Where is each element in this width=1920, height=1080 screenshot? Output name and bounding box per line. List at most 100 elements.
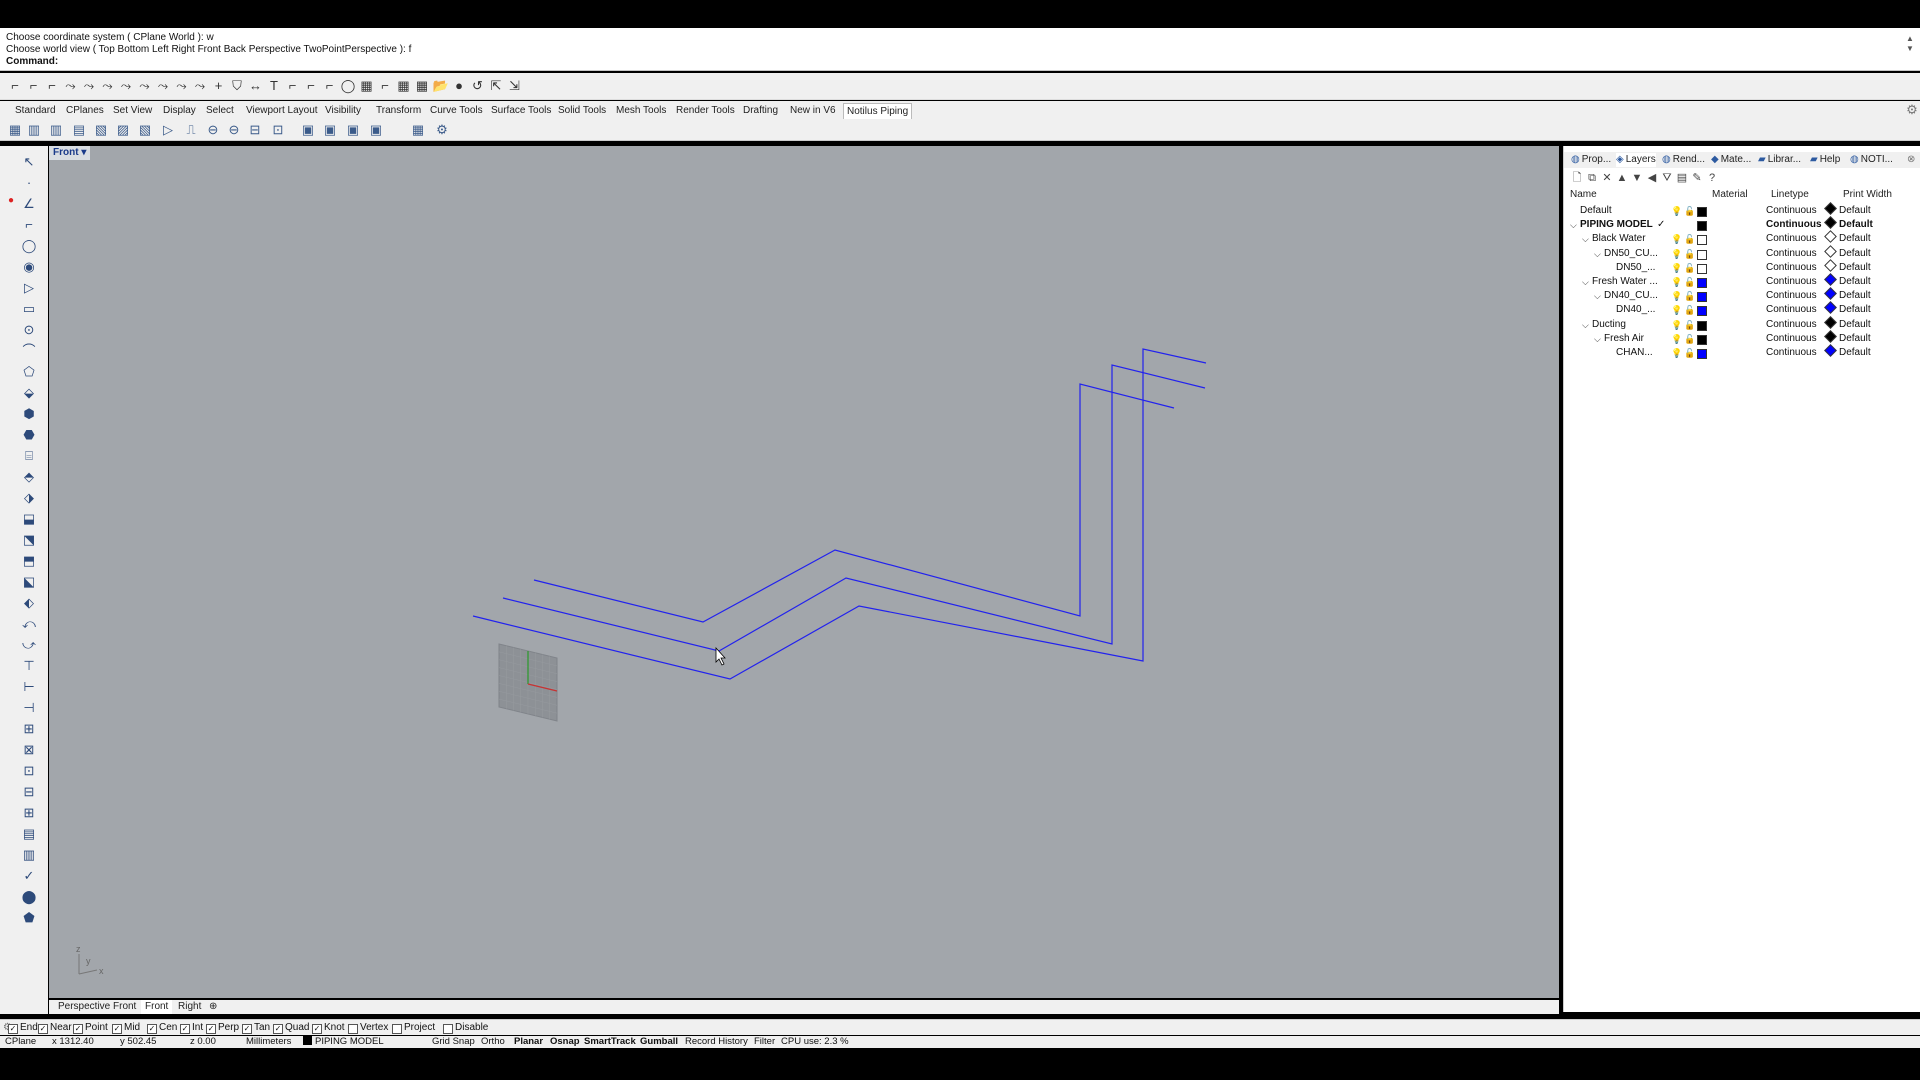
viewport-canvas[interactable]: zyx: [49, 146, 1559, 998]
left-tool-icon[interactable]: ⊙: [20, 321, 38, 339]
pipe-curves[interactable]: [472, 348, 1207, 680]
col-linetype[interactable]: Linetype: [1771, 188, 1809, 202]
layer-print-width[interactable]: Default: [1824, 230, 1871, 246]
layer-print-width[interactable]: Default: [1824, 216, 1873, 232]
expand-chevron-icon[interactable]: ⌵: [1594, 289, 1601, 303]
status-cplane[interactable]: CPlane: [5, 1036, 36, 1048]
filter-icon[interactable]: ⛛: [1660, 170, 1674, 186]
move-up-icon[interactable]: ▲: [1615, 170, 1629, 186]
toolbar-tool-icon[interactable]: ⤳: [155, 78, 171, 94]
layer-print-width[interactable]: Default: [1824, 258, 1871, 275]
layer-linetype[interactable]: Continuous: [1766, 247, 1817, 261]
toolbar-tool-icon[interactable]: +: [211, 78, 227, 94]
tab-standard[interactable]: Standard: [12, 103, 59, 118]
panel-close-icon[interactable]: ⊗: [1907, 153, 1915, 167]
layer-row[interactable]: Default 💡 🔓 Continuous Default: [1564, 202, 1920, 218]
left-tool-icon[interactable]: ⊟: [20, 783, 38, 801]
left-tool-icon[interactable]: ⊠: [20, 741, 38, 759]
left-tool-icon[interactable]: ⌐: [20, 216, 38, 234]
toolbar-tool-icon[interactable]: ▦: [359, 78, 375, 94]
visibility-bulb-icon[interactable]: 💡: [1671, 305, 1682, 315]
lock-icon[interactable]: 🔓: [1684, 320, 1695, 330]
left-tool-icon[interactable]: ⬘: [20, 468, 38, 486]
toolbar-tool-icon[interactable]: ⤳: [100, 78, 116, 94]
left-tool-icon[interactable]: ⬓: [20, 510, 38, 528]
layer-row[interactable]: ⌵ DN40_CU... 💡 🔓 Continuous Default: [1564, 287, 1920, 303]
panel-tab-help[interactable]: ▰ Help: [1810, 153, 1840, 167]
notilus-tool-icon[interactable]: ⎍: [183, 122, 199, 138]
osnap-checkbox[interactable]: ✓: [273, 1024, 283, 1034]
layer-states-icon[interactable]: ▤: [1675, 170, 1689, 186]
tab-viewport-layout[interactable]: Viewport Layout: [243, 103, 321, 118]
notilus-tool-icon[interactable]: ▣: [368, 122, 384, 138]
layer-row[interactable]: ⌵ Fresh Air 💡 🔓 Continuous Default: [1564, 329, 1920, 346]
notilus-tool-icon[interactable]: ▤: [71, 122, 87, 138]
toolbar-tool-icon[interactable]: ⛉: [229, 78, 245, 94]
left-tool-icon[interactable]: ∠: [20, 195, 38, 213]
osnap-checkbox[interactable]: ✓: [312, 1024, 322, 1034]
viewport-tab-perspective[interactable]: Perspective: [54, 1000, 114, 1014]
lock-icon[interactable]: 🔓: [1684, 234, 1695, 244]
osnap-int[interactable]: ✓ Int: [180, 1021, 203, 1034]
new-sublayer-icon[interactable]: ⧉: [1585, 170, 1599, 186]
move-parent-icon[interactable]: ◀: [1645, 170, 1659, 186]
left-tool-icon[interactable]: ⬠: [20, 363, 38, 381]
osnap-near[interactable]: ✓ Near: [38, 1021, 72, 1034]
add-viewport-tab-icon[interactable]: ⊕: [205, 1000, 221, 1014]
osnap-checkbox[interactable]: ✓: [73, 1024, 83, 1034]
osnap-disable[interactable]: ✓Disable: [443, 1021, 488, 1034]
toolbar-tool-icon[interactable]: 📂: [433, 78, 449, 94]
osnap-checkbox[interactable]: ✓: [206, 1024, 216, 1034]
layer-color-swatch[interactable]: [1697, 349, 1707, 359]
notilus-tool-icon[interactable]: ▧: [93, 122, 109, 138]
layer-name[interactable]: Fresh Air: [1604, 332, 1644, 346]
lock-icon[interactable]: 🔓: [1684, 263, 1695, 273]
tab-cplanes[interactable]: CPlanes: [63, 103, 107, 118]
left-tool-icon[interactable]: ·: [20, 174, 38, 192]
osnap-point[interactable]: ✓ Point: [73, 1021, 108, 1034]
lock-icon[interactable]: 🔓: [1684, 348, 1695, 358]
panel-tab-rend[interactable]: ◍ Rend...: [1662, 153, 1705, 167]
toolbar-tool-icon[interactable]: ↺: [470, 78, 486, 94]
toolbar-tool-icon[interactable]: ⌐: [44, 78, 60, 94]
toolbar-tool-icon[interactable]: ↔: [248, 78, 264, 94]
lock-icon[interactable]: 🔓: [1684, 291, 1695, 301]
left-tool-icon[interactable]: ⬟: [20, 909, 38, 927]
layer-name[interactable]: Black Water: [1592, 232, 1646, 246]
toolbar-tool-icon[interactable]: ●: [451, 78, 467, 94]
osnap-checkbox[interactable]: ✓: [8, 1024, 18, 1034]
left-tool-icon[interactable]: ✓: [20, 867, 38, 885]
visibility-bulb-icon[interactable]: 💡: [1671, 320, 1682, 330]
layer-row[interactable]: DN40_... 💡 🔓 Continuous Default: [1564, 301, 1920, 317]
toolbar-tool-icon[interactable]: ⌐: [7, 78, 23, 94]
toolbar-tool-icon[interactable]: ⤳: [81, 78, 97, 94]
left-tool-icon[interactable]: ⬣: [20, 426, 38, 444]
layer-color-swatch[interactable]: [1697, 235, 1707, 246]
layer-color-swatch[interactable]: [1697, 306, 1707, 317]
layer-linetype[interactable]: Continuous: [1766, 218, 1822, 232]
notilus-tool-icon[interactable]: ⚙: [434, 122, 450, 138]
left-tool-icon[interactable]: ⬗: [20, 489, 38, 507]
tab-render-tools[interactable]: Render Tools: [673, 103, 738, 118]
toolbar-tool-icon[interactable]: ⤳: [118, 78, 134, 94]
panel-tab-prop[interactable]: ◍ Prop...: [1571, 153, 1611, 167]
toolbar-tool-icon[interactable]: ⤳: [137, 78, 153, 94]
tab-set-view[interactable]: Set View: [110, 103, 155, 118]
tab-surface-tools[interactable]: Surface Tools: [488, 103, 554, 118]
left-tool-icon[interactable]: ↖: [20, 153, 38, 171]
osnap-checkbox[interactable]: ✓: [180, 1024, 190, 1034]
layer-row[interactable]: ⌵ Ducting 💡 🔓 Continuous Default: [1564, 315, 1920, 332]
layer-print-width[interactable]: Default: [1824, 315, 1871, 332]
toolbar-tool-icon[interactable]: ⇱: [488, 78, 504, 94]
notilus-tool-icon[interactable]: ⊡: [270, 122, 286, 138]
osnap-checkbox[interactable]: ✓: [112, 1024, 122, 1034]
toolbar-tool-icon[interactable]: ⤳: [63, 78, 79, 94]
left-tool-icon[interactable]: ◉: [20, 258, 38, 276]
notilus-tool-icon[interactable]: ▧: [137, 122, 153, 138]
left-tool-icon[interactable]: ◯: [20, 237, 38, 255]
viewport-menu-arrow-icon[interactable]: ▾: [81, 147, 86, 158]
toolbar-tool-icon[interactable]: ▦: [414, 78, 430, 94]
status-toggle-filter[interactable]: Filter: [754, 1036, 775, 1048]
left-tool-icon[interactable]: ⊢: [20, 678, 38, 696]
left-tool-icon[interactable]: ⊣: [20, 699, 38, 717]
